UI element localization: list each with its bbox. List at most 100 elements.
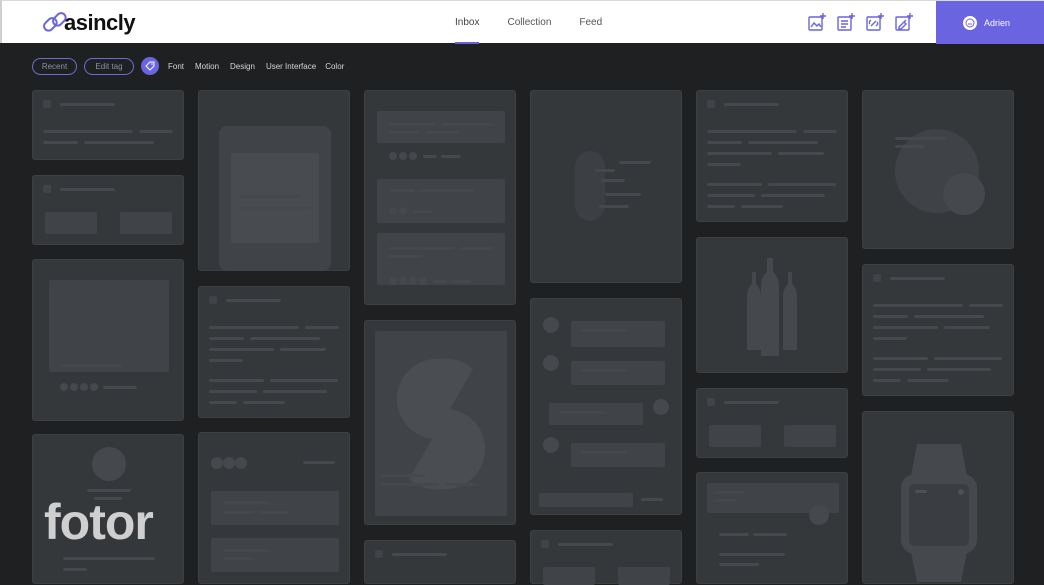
card-thumb [873, 274, 881, 282]
inbox-card[interactable] [696, 237, 848, 373]
card-line [599, 205, 629, 208]
card-line [873, 315, 908, 318]
card-line [43, 130, 133, 133]
card-line [873, 304, 963, 307]
card-line [209, 359, 243, 362]
card-line [707, 183, 762, 186]
inbox-card[interactable] [862, 411, 1014, 584]
filter-bar: Recent Edit tag Font Motion Design User … [32, 57, 355, 75]
card-line [707, 152, 772, 155]
tab-feed[interactable]: Feed [566, 1, 615, 44]
inbox-card[interactable] [198, 432, 350, 584]
card-avatar [92, 447, 126, 481]
tag-button[interactable] [141, 57, 159, 75]
recent-button[interactable]: Recent [32, 57, 77, 75]
add-color-icon[interactable] [894, 12, 914, 32]
inbox-card[interactable] [32, 259, 184, 421]
card-image [543, 567, 595, 585]
tag-motion[interactable]: Motion [195, 62, 219, 71]
card-dot [409, 277, 417, 285]
inbox-card[interactable] [364, 90, 516, 305]
card-line [103, 386, 137, 389]
user-menu[interactable]: Adrien [936, 1, 1044, 44]
card-block [377, 233, 505, 285]
card-dot [419, 277, 427, 285]
add-note-icon[interactable] [836, 12, 856, 32]
tab-inbox[interactable]: Inbox [442, 1, 492, 44]
card-bubble [571, 361, 665, 385]
card-line [778, 152, 824, 155]
tag-design[interactable]: Design [230, 62, 255, 71]
card-line [441, 123, 493, 126]
card-line [43, 141, 78, 144]
card-image [709, 425, 761, 447]
card-line [223, 501, 269, 504]
user-name: Adrien [984, 17, 1011, 28]
card-line [715, 499, 737, 502]
inbox-card[interactable] [32, 90, 184, 160]
card-line [389, 131, 419, 134]
card-bottles-illustration [747, 258, 797, 356]
card-line [250, 337, 320, 340]
card-line [558, 543, 613, 546]
add-image-icon[interactable] [807, 12, 827, 32]
inbox-card[interactable] [862, 264, 1014, 396]
card-image [784, 425, 836, 447]
card-line [581, 369, 627, 372]
inbox-card[interactable] [32, 175, 184, 245]
inbox-card[interactable] [198, 90, 350, 271]
card-line [724, 103, 779, 106]
card-dot [399, 152, 407, 160]
main-tabs: Inbox Collection Feed [442, 1, 615, 44]
inbox-card[interactable] [364, 540, 516, 584]
card-line [433, 280, 447, 283]
card-line [209, 390, 257, 393]
card-dot [60, 383, 68, 391]
card-line [741, 205, 783, 208]
card-line [748, 141, 818, 144]
card-line [803, 130, 837, 133]
inbox-card[interactable] [198, 286, 350, 418]
card-image [49, 280, 169, 372]
inbox-card[interactable] [364, 320, 516, 525]
card-dot [389, 152, 397, 160]
card-thumb [375, 550, 383, 558]
logo[interactable]: asincly [40, 8, 136, 38]
card-block [211, 491, 339, 525]
inbox-card[interactable] [862, 90, 1014, 249]
card-line [209, 379, 264, 382]
card-line [226, 299, 281, 302]
card-line [707, 163, 741, 166]
card-avatar [543, 437, 559, 453]
edit-tag-button[interactable]: Edit tag [84, 57, 134, 75]
card-line [60, 188, 115, 191]
card-thumb [209, 296, 217, 304]
card-line [873, 379, 901, 382]
card-avatar [543, 355, 559, 371]
tag-font[interactable]: Font [168, 62, 184, 71]
inbox-card[interactable] [530, 298, 682, 515]
tag-color[interactable]: Color [325, 62, 344, 71]
inbox-card[interactable] [696, 90, 848, 222]
card-line [84, 141, 154, 144]
inbox-card[interactable] [530, 530, 682, 585]
inbox-card[interactable] [696, 388, 848, 458]
card-line [419, 189, 475, 192]
card-line [139, 130, 173, 133]
card-line [719, 533, 749, 536]
card-line [425, 131, 459, 134]
inbox-card[interactable] [530, 90, 682, 283]
inbox-card[interactable] [696, 472, 848, 584]
card-dot [70, 383, 78, 391]
tab-collection[interactable]: Collection [494, 1, 564, 44]
card-input [539, 493, 633, 507]
card-line [581, 451, 627, 454]
card-line [423, 155, 437, 158]
add-link-icon[interactable] [865, 12, 885, 32]
tag-user-interface[interactable]: User Interface [266, 62, 316, 71]
card-line [441, 155, 461, 158]
card-line [461, 247, 493, 250]
card-dot [223, 457, 235, 469]
card-thumb [541, 540, 549, 548]
card-line [305, 326, 339, 329]
